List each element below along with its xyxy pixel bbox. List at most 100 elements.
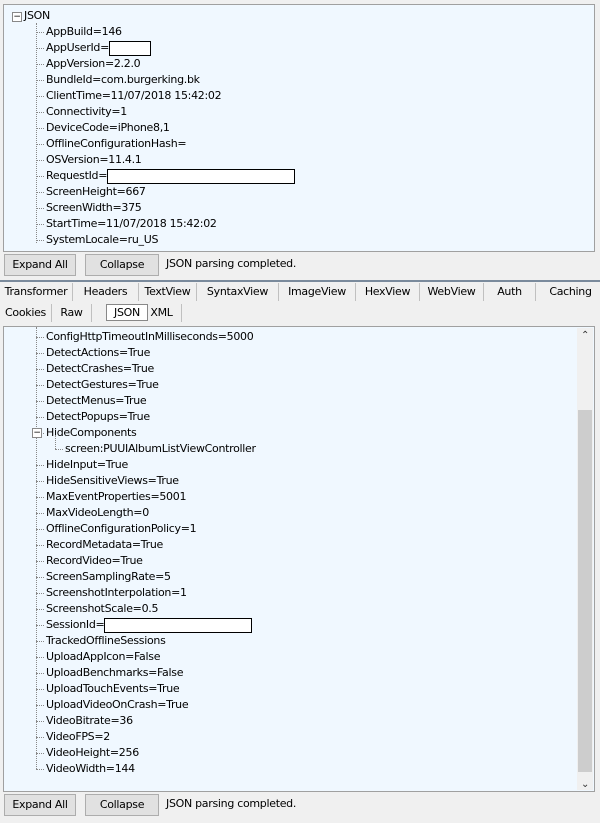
tree-connector: [36, 497, 44, 498]
tree-connector: [36, 481, 44, 482]
tree-connector: [36, 224, 44, 225]
tree-node[interactable]: DetectCrashes=True: [36, 361, 154, 377]
scroll-up-icon[interactable]: ⌃: [577, 328, 593, 344]
tree-node[interactable]: UploadAppIcon=False: [36, 649, 160, 665]
tree-node[interactable]: ScreenSamplingRate=5: [36, 569, 171, 585]
tree-connector: [36, 80, 44, 81]
tree-node[interactable]: RecordVideo=True: [36, 553, 143, 569]
tree-node[interactable]: ScreenshotInterpolation=1: [36, 585, 187, 601]
tree-node[interactable]: RequestId=: [36, 168, 296, 184]
tree-node[interactable]: screen:PUUIAlbumListViewController: [55, 441, 256, 457]
tree-connector: [36, 112, 44, 113]
tree-connector: [36, 401, 44, 402]
tab-syntaxview[interactable]: SyntaxView: [197, 283, 279, 301]
tree-node[interactable]: MaxVideoLength=0: [36, 505, 149, 521]
tab-imageview[interactable]: ImageView: [279, 283, 356, 301]
tree-node[interactable]: SystemLocale=ru_US: [36, 232, 158, 248]
tab-xml[interactable]: XML: [142, 304, 182, 322]
splitter[interactable]: [0, 280, 600, 282]
tree-node[interactable]: UploadVideoOnCrash=True: [36, 697, 189, 713]
node-label: RecordVideo=True: [46, 554, 143, 567]
tree-node[interactable]: ConfigHttpTimeoutInMilliseconds=5000: [36, 329, 254, 345]
redacted-value: [109, 40, 152, 56]
node-label: VideoHeight=256: [46, 746, 139, 759]
top-expand-all-button[interactable]: Expand All: [4, 254, 76, 276]
tree-node[interactable]: ScreenHeight=667: [36, 184, 146, 200]
tab-headers[interactable]: Headers: [73, 283, 139, 301]
tree-guide: [55, 435, 56, 449]
bottom-collapse-button[interactable]: Collapse: [85, 794, 159, 816]
tree-node[interactable]: OfflineConfigurationHash=: [36, 136, 187, 152]
tab-auth[interactable]: Auth: [484, 283, 536, 301]
tree-node[interactable]: UploadBenchmarks=False: [36, 665, 183, 681]
tree-node[interactable]: DetectMenus=True: [36, 393, 147, 409]
tree-node[interactable]: StartTime=11/07/2018 15:42:02: [36, 216, 217, 232]
node-label: Connectivity=1: [46, 105, 127, 118]
node-label: ScreenshotScale=0.5: [46, 602, 159, 615]
redacted-value: [107, 168, 296, 184]
tree-node[interactable]: OSVersion=11.4.1: [36, 152, 142, 168]
tree-node[interactable]: HideSensitiveViews=True: [36, 473, 179, 489]
top-status-text: JSON parsing completed.: [166, 257, 297, 270]
tree-node[interactable]: DeviceCode=iPhone8,1: [36, 120, 170, 136]
tree-connector: [36, 417, 44, 418]
scroll-down-icon[interactable]: ⌄: [577, 779, 593, 790]
tree-node[interactable]: AppBuild=146: [36, 24, 122, 40]
tree-node[interactable]: ScreenWidth=375: [36, 200, 142, 216]
tree-connector: [36, 176, 44, 177]
tree-node[interactable]: VideoFPS=2: [36, 729, 110, 745]
top-json-tree[interactable]: JSON − AppBuild=146 AppUserId= AppVersion=2.…: [3, 4, 595, 252]
node-label: AppUserId=: [46, 41, 110, 54]
tree-node[interactable]: VideoHeight=256: [36, 745, 139, 761]
top-collapse-button[interactable]: Collapse: [85, 254, 159, 276]
tree-node[interactable]: TrackedOfflineSessions: [36, 633, 166, 649]
tree-connector: [36, 32, 44, 33]
tree-root-node[interactable]: JSON: [24, 8, 50, 24]
tab-caching[interactable]: Caching: [536, 283, 600, 301]
tab-webview[interactable]: WebView: [420, 283, 484, 301]
tree-node[interactable]: AppUserId=: [36, 40, 152, 56]
tree-node[interactable]: OfflineConfigurationPolicy=1: [36, 521, 197, 537]
node-label: ScreenWidth=375: [46, 201, 142, 214]
bottom-expand-all-button[interactable]: Expand All: [4, 794, 76, 816]
collapse-icon[interactable]: −: [12, 12, 22, 22]
tree-node[interactable]: AppVersion=2.2.0: [36, 56, 141, 72]
tab-raw[interactable]: Raw: [52, 304, 92, 322]
collapse-icon[interactable]: −: [32, 428, 42, 438]
tree-node[interactable]: BundleId=com.burgerking.bk: [36, 72, 200, 88]
node-label: VideoWidth=144: [46, 762, 135, 775]
tree-node[interactable]: RecordMetadata=True: [36, 537, 163, 553]
tree-connector: [36, 513, 44, 514]
tree-connector: [36, 593, 44, 594]
tab-cookies[interactable]: Cookies: [0, 304, 52, 322]
tree-node[interactable]: ScreenshotScale=0.5: [36, 601, 159, 617]
tree-node[interactable]: SessionId=: [36, 617, 253, 633]
bottom-json-tree[interactable]: ⌃ ⌄ ConfigHttpTimeoutInMilliseconds=5000…: [3, 326, 595, 792]
tree-connector: [36, 705, 44, 706]
tree-node[interactable]: VideoWidth=144: [36, 761, 135, 777]
scrollbar-thumb[interactable]: [578, 410, 592, 772]
node-label: MaxEventProperties=5001: [46, 490, 187, 503]
tree-connector: [36, 625, 44, 626]
tree-connector: [36, 337, 44, 338]
tree-node[interactable]: HideComponents: [36, 425, 137, 441]
tree-node[interactable]: DetectGestures=True: [36, 377, 159, 393]
node-label: ScreenHeight=667: [46, 185, 146, 198]
tree-node[interactable]: Connectivity=1: [36, 104, 127, 120]
tree-node[interactable]: UploadTouchEvents=True: [36, 681, 180, 697]
tree-connector: [36, 577, 44, 578]
tree-node[interactable]: DetectPopups=True: [36, 409, 150, 425]
tree-node[interactable]: MaxEventProperties=5001: [36, 489, 187, 505]
tab-hexview[interactable]: HexView: [356, 283, 420, 301]
node-label: TrackedOfflineSessions: [46, 634, 166, 647]
tree-node[interactable]: VideoBitrate=36: [36, 713, 133, 729]
tree-node[interactable]: ClientTime=11/07/2018 15:42:02: [36, 88, 222, 104]
tree-node[interactable]: HideInput=True: [36, 457, 128, 473]
tab-transformer[interactable]: Transformer: [0, 283, 73, 301]
tab-textview[interactable]: TextView: [139, 283, 197, 301]
vertical-scrollbar[interactable]: ⌃ ⌄: [577, 328, 593, 790]
node-label: ScreenSamplingRate=5: [46, 570, 171, 583]
node-label: AppBuild=146: [46, 25, 122, 38]
node-label: screen:PUUIAlbumListViewController: [65, 442, 256, 455]
tree-node[interactable]: DetectActions=True: [36, 345, 150, 361]
